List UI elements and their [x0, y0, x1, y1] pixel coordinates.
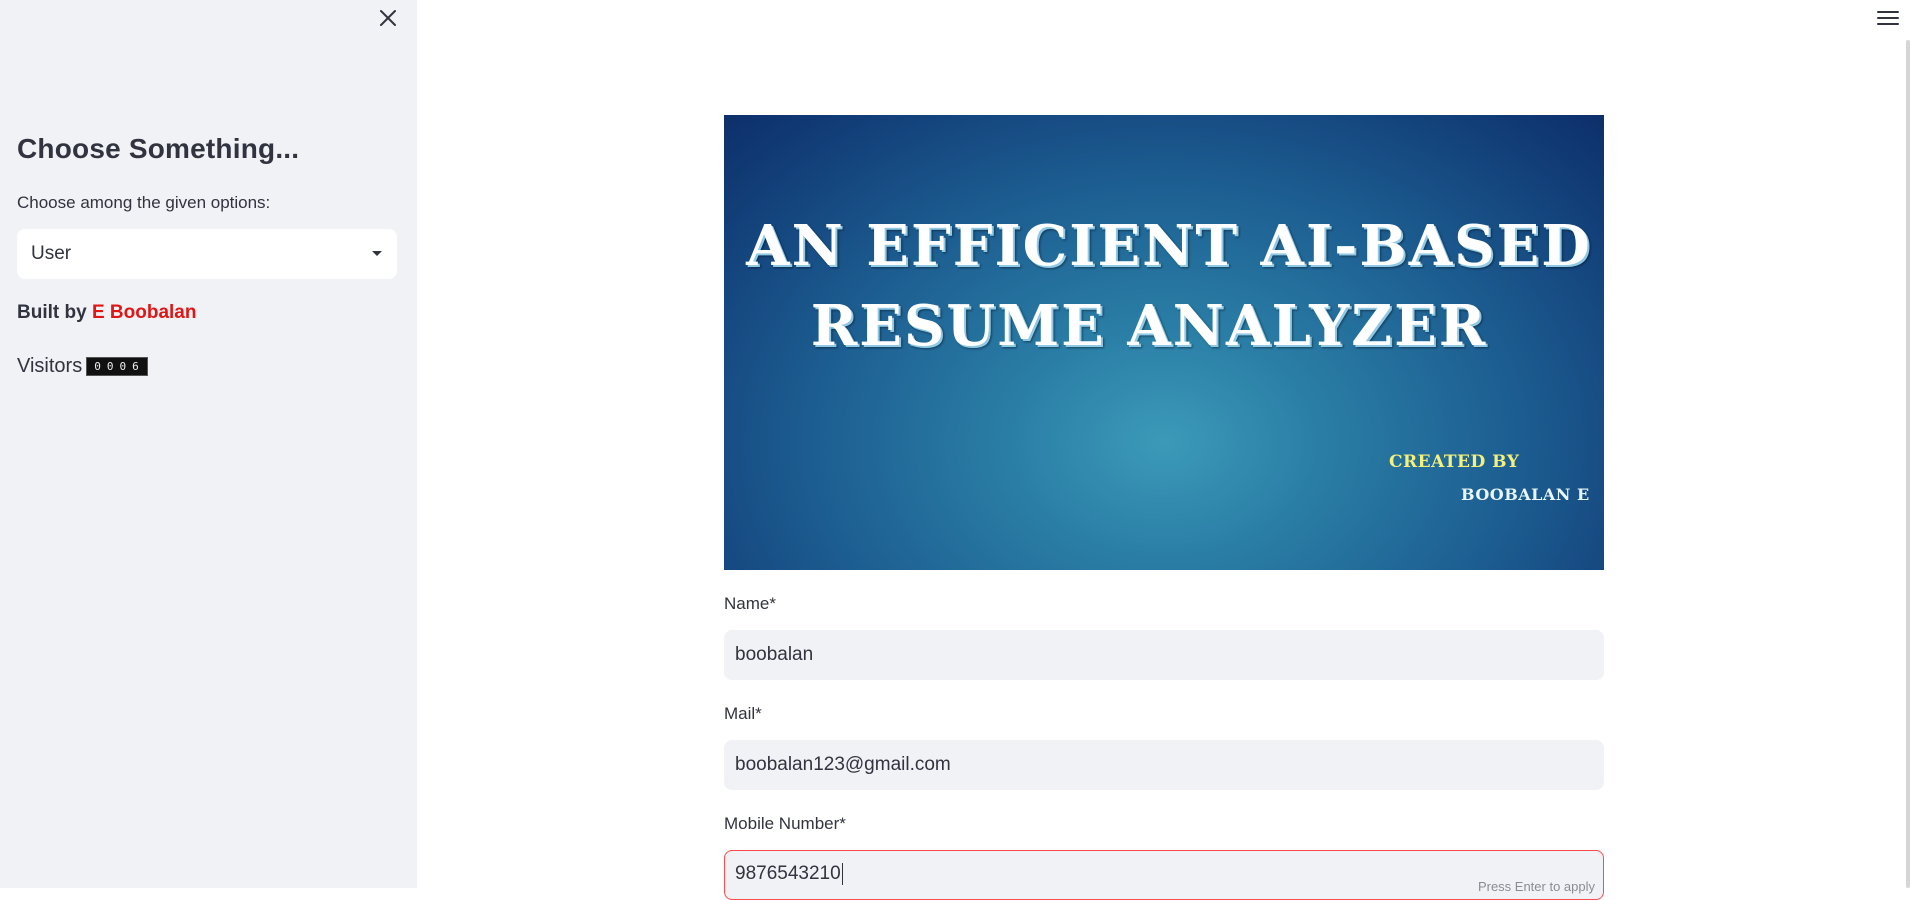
banner-title-line1: AN EFFICIENT AI-BASED — [746, 213, 1592, 279]
select-label: Choose among the given options: — [17, 193, 271, 212]
visitors-label: Visitors — [17, 355, 83, 377]
banner-author: BOOBALAN E — [1461, 485, 1590, 504]
author-link[interactable]: E Boobalan — [92, 302, 197, 323]
built-by-prefix: Built by — [17, 302, 92, 323]
hamburger-menu-icon — [1877, 11, 1899, 25]
close-icon — [380, 10, 396, 26]
built-by: Built by E Boobalan — [17, 302, 196, 324]
banner-created-by: CREATED BY — [1389, 452, 1520, 472]
role-select[interactable]: User — [17, 229, 397, 279]
mail-field[interactable]: boobalan123@gmail.com — [724, 740, 1604, 790]
name-field[interactable]: boobalan — [724, 630, 1604, 680]
select-value: User — [31, 243, 72, 264]
mail-label: Mail* — [724, 704, 762, 723]
sidebar: Choose Something... Choose among the giv… — [0, 0, 417, 888]
main-menu-button[interactable] — [1874, 4, 1902, 32]
mail-value: boobalan123@gmail.com — [735, 754, 951, 775]
mobile-field[interactable]: 9876543210 Press Enter to apply — [724, 850, 1604, 900]
banner-title-line2: RESUME ANALYZER — [810, 293, 1488, 359]
mobile-label: Mobile Number* — [724, 814, 846, 833]
name-value: boobalan — [735, 644, 814, 665]
caret-down-icon — [372, 251, 382, 256]
mobile-value: 9876543210 — [735, 863, 841, 884]
visitor-counter: 0006 — [86, 357, 148, 376]
enter-hint: Press Enter to apply — [1477, 879, 1595, 894]
visitors: Visitors 0006 — [17, 355, 148, 378]
close-sidebar-button[interactable] — [376, 6, 400, 30]
scrollbar[interactable] — [1906, 40, 1910, 888]
banner-image: AN EFFICIENT AI-BASED RESUME ANALYZER CR… — [724, 115, 1604, 570]
name-label: Name* — [724, 594, 776, 613]
sidebar-heading: Choose Something... — [17, 133, 300, 164]
text-cursor — [841, 863, 843, 885]
